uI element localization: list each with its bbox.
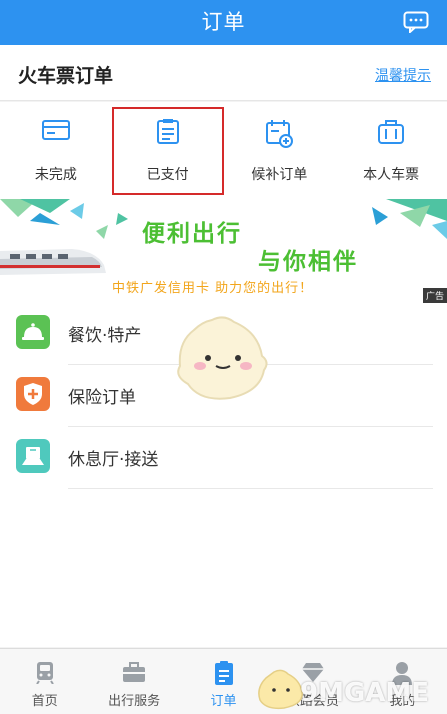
dining-bell-icon [16, 315, 50, 349]
service-lounge-label: 休息厅·接送 [68, 450, 159, 470]
tab-home[interactable]: 首页 [0, 649, 89, 714]
mascot-chick-sticker [177, 316, 268, 400]
order-list-icon [214, 661, 233, 685]
banner-slogan-1: 便利出行 [142, 221, 242, 247]
app-header: 订单 [0, 0, 447, 45]
tab-home-label: 首页 [31, 694, 58, 709]
unfinished-card-icon [41, 120, 70, 140]
waitlist-calendar-icon [266, 120, 294, 148]
service-lounge[interactable]: 休息厅·接送 [0, 427, 447, 489]
tips-link[interactable]: 温馨提示 [375, 65, 431, 85]
service-dining-label: 餐饮·特产 [68, 326, 142, 346]
insurance-shield-icon [16, 377, 50, 411]
divider [68, 488, 433, 489]
quick-waitlist[interactable]: 候补订单 [224, 102, 336, 199]
quick-own-ticket[interactable]: 本人车票 [335, 102, 447, 199]
ad-banner[interactable]: 便利出行 与你相伴 中铁广发信用卡 助力您的出行！ 广告 [0, 199, 447, 303]
quick-unfinished-label: 未完成 [34, 167, 77, 183]
ad-tag: 广告 [422, 288, 447, 303]
quick-waitlist-label: 候补订单 [251, 167, 308, 183]
paid-document-icon [156, 119, 179, 144]
tab-orders-label: 订单 [210, 694, 237, 709]
quick-paid[interactable]: 已支付 [111, 102, 224, 199]
banner-slogan-2: 与你相伴 [258, 249, 358, 275]
ticket-suitcase-icon [378, 120, 405, 144]
tab-travel-service-label: 出行服务 [108, 694, 161, 709]
chat-icon[interactable] [403, 11, 429, 33]
quick-paid-label: 已支付 [146, 167, 189, 183]
site-watermark: 9MGAME [300, 678, 430, 708]
tab-travel-service[interactable]: 出行服务 [89, 649, 178, 714]
lounge-icon [16, 439, 50, 473]
tab-orders[interactable]: 订单 [179, 649, 268, 714]
service-insurance-label: 保险订单 [68, 388, 136, 408]
quick-unfinished[interactable]: 未完成 [0, 102, 112, 199]
quick-own-ticket-label: 本人车票 [363, 167, 420, 183]
home-train-icon [35, 662, 54, 684]
page-title: 订单 [201, 10, 246, 34]
briefcase-icon [123, 662, 146, 682]
mascot-chick-watermark [258, 669, 303, 710]
train-orders-section: 火车票订单 温馨提示 [0, 45, 447, 101]
order-category-row: 未完成 已支付 候补订单 本人车票 [0, 102, 447, 199]
banner-promo-text: 中铁广发信用卡 助力您的出行！ [112, 281, 314, 296]
train-orders-title: 火车票订单 [18, 65, 114, 87]
